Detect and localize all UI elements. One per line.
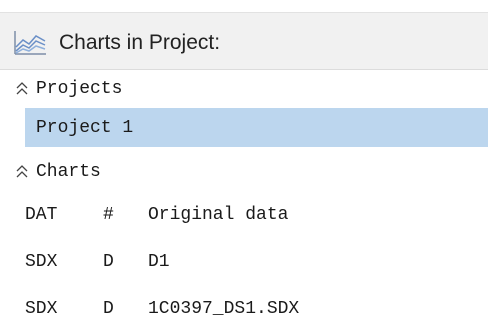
chart-name: 1C0397_DS1.SDX: [148, 299, 300, 319]
chart-flag: D: [103, 252, 114, 272]
chart-row[interactable]: SDX D 1C0397_DS1.SDX: [0, 289, 488, 329]
charts-section-label: Charts: [36, 162, 101, 182]
chart-row[interactable]: DAT # Original data: [0, 195, 488, 235]
panel-header: Charts in Project:: [0, 12, 488, 70]
project-item-selected[interactable]: Project 1: [25, 108, 488, 147]
collapse-chevrons-icon[interactable]: [15, 164, 29, 180]
collapse-chevrons-icon[interactable]: [15, 81, 29, 97]
chart-type: SDX: [25, 299, 58, 319]
top-strip: [0, 0, 488, 12]
projects-section-label: Projects: [36, 79, 123, 99]
charts-section-header[interactable]: Charts: [0, 154, 488, 190]
chart-type: DAT: [25, 205, 58, 225]
projects-section-header[interactable]: Projects: [0, 71, 488, 107]
area-chart-icon: [13, 30, 47, 56]
chart-name: D1: [148, 252, 170, 272]
chart-row[interactable]: SDX D D1: [0, 242, 488, 282]
chart-flag: D: [103, 299, 114, 319]
chart-name: Original data: [148, 205, 289, 225]
chart-type: SDX: [25, 252, 58, 272]
chart-flag: #: [103, 205, 114, 225]
project-item-label: Project 1: [36, 118, 134, 138]
panel-title: Charts in Project:: [59, 31, 221, 54]
